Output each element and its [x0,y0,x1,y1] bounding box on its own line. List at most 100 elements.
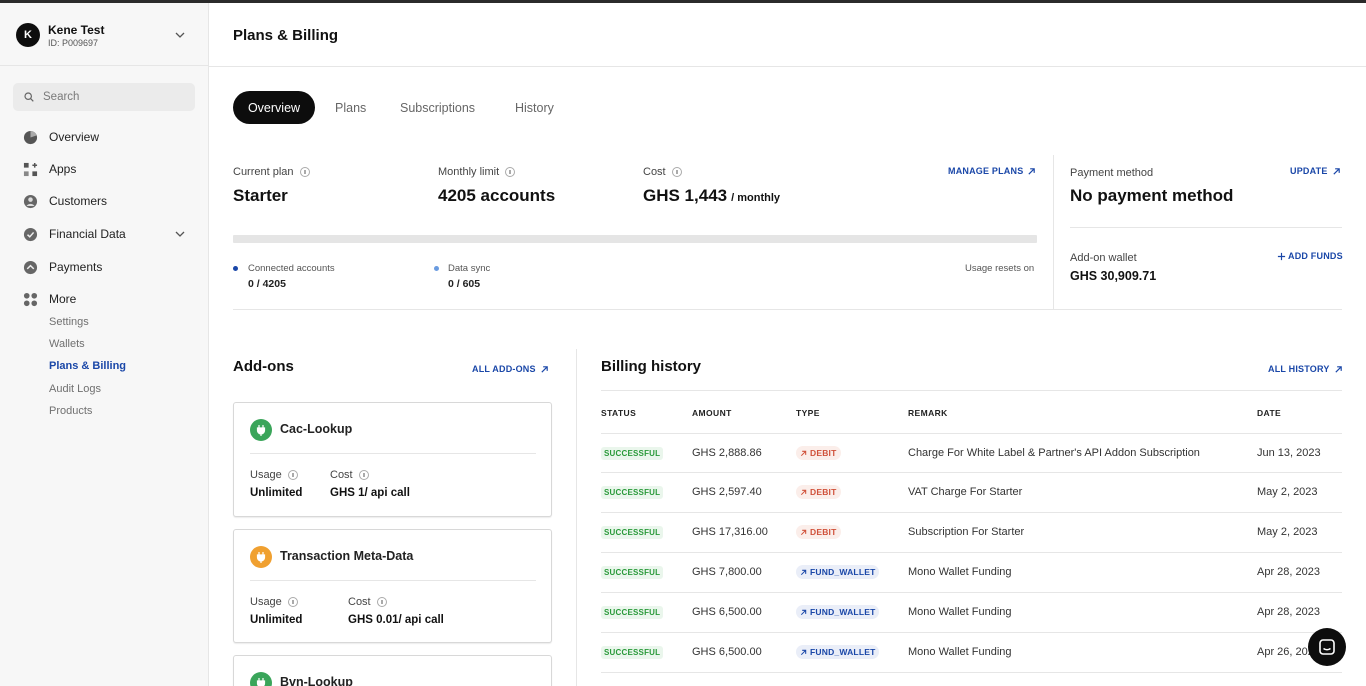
remark-cell: Mono Wallet Funding [908,646,1012,658]
amount-cell: GHS 2,888.86 [692,447,762,459]
add-funds-link[interactable]: ADD FUNDS [1277,251,1343,261]
type-label: FUND_WALLET [810,567,876,577]
addon-card-bvn-lookup[interactable]: Bvn-Lookup [233,655,552,686]
billing-header-divider [601,390,1342,391]
addon-wallet-label: Add-on wallet [1070,252,1137,264]
data-sync-value: 0 / 605 [448,278,481,290]
date-cell: May 2, 2023 [1257,486,1318,498]
addon-cost-value: GHS 1/ api call [330,487,410,499]
addon-usage-label: Usage [250,469,298,481]
remark-cell: Mono Wallet Funding [908,566,1012,578]
info-icon[interactable] [671,167,682,177]
info-icon[interactable] [287,470,298,480]
sidebar-item-customers[interactable]: Customers [22,191,192,211]
status-badge: SUCCESSFUL [601,526,664,539]
type-badge: DEBIT [796,485,841,499]
info-icon[interactable] [358,470,369,480]
monthly-limit-label: Monthly limit [438,166,516,178]
table-row[interactable]: SUCCESSFUL GHS 7,800.00 FUND_WALLET Mono Wa… [601,553,1342,593]
table-row[interactable]: SUCCESSFUL GHS 17,316.00 DEBIT Subscription… [601,513,1342,553]
table-row[interactable]: SUCCESSFUL GHS 2,888.86 DEBIT Charge For Wh… [601,433,1342,473]
sidebar-subitem-wallets[interactable]: Wallets [49,338,85,350]
addon-usage-label: Usage [250,596,298,608]
chat-support-button[interactable] [1308,628,1346,666]
sidebar-item-label: Customers [49,194,108,208]
billing-history-title: Billing history [601,358,702,375]
type-label: FUND_WALLET [810,647,876,657]
addon-name: Bvn-Lookup [280,675,353,686]
addon-card-cac-lookup[interactable]: Cac-Lookup Usage Unlimited Cost GHS 1/ a… [233,402,552,517]
type-badge: DEBIT [796,525,841,539]
tab-overview[interactable]: Overview [233,91,315,124]
sidebar-subitem-audit-logs[interactable]: Audit Logs [49,383,101,395]
addon-usage-value: Unlimited [250,487,303,499]
amount-cell: GHS 17,316.00 [692,526,768,538]
arrow-up-right-icon [800,450,807,456]
check-circle-icon [22,226,38,242]
update-link[interactable]: UPDATE [1290,166,1341,176]
column-header-status: STATUS [601,408,637,418]
arrow-up-right-icon [1334,365,1342,373]
payment-method-label: Payment method [1070,167,1154,179]
chevron-down-icon[interactable] [174,29,186,41]
connected-accounts-dot [233,266,238,271]
type-label: FUND_WALLET [810,607,876,617]
info-icon[interactable] [505,167,516,177]
manage-plans-link[interactable]: MANAGE PLANS [948,166,1036,176]
status-badge: SUCCESSFUL [601,486,664,499]
sidebar-subitem-settings[interactable]: Settings [49,316,89,328]
addon-card-transaction-meta-data[interactable]: Transaction Meta-Data Usage Unlimited Co… [233,529,552,643]
search-input[interactable] [43,89,188,105]
arrow-up-right-icon [541,365,548,373]
addon-name: Cac-Lookup [280,422,353,436]
column-header-type: TYPE [796,408,820,418]
addon-cost-label: Cost [330,469,369,481]
plug-icon [250,672,272,686]
amount-cell: GHS 6,500.00 [692,646,762,658]
date-cell: May 2, 2023 [1257,526,1318,538]
remark-cell: Mono Wallet Funding [908,606,1012,618]
sidebar-item-overview[interactable]: Overview [22,127,192,147]
current-plan-value: Starter [233,186,288,205]
search-box[interactable] [13,83,195,111]
info-icon[interactable] [287,597,298,607]
tab-plans[interactable]: Plans [322,91,379,124]
account-id: ID: P009697 [48,38,99,48]
cost-value: GHS 1,443/ monthly [643,186,780,205]
tab-history[interactable]: History [502,91,567,124]
table-row[interactable]: SUCCESSFUL GHS 6,500.00 FUND_WALLET Mono Wa… [601,593,1342,633]
account-switcher[interactable]: K Kene Test ID: P009697 [16,23,194,49]
sidebar-item-more[interactable]: More [22,289,192,309]
info-icon[interactable] [376,597,387,607]
type-badge: FUND_WALLET [796,565,880,579]
status-badge: SUCCESSFUL [601,606,664,619]
tab-subscriptions[interactable]: Subscriptions [387,91,488,124]
sidebar-item-payments[interactable]: Payments [22,257,192,277]
type-label: DEBIT [810,448,837,458]
payment-divider [1070,227,1342,228]
sidebar-subitem-plans-billing[interactable]: Plans & Billing [49,360,126,372]
all-history-link[interactable]: ALL HISTORY [1268,364,1343,374]
addon-name: Transaction Meta-Data [280,549,414,563]
sidebar-subitem-products[interactable]: Products [49,405,92,417]
date-cell: Apr 28, 2023 [1257,566,1320,578]
sidebar-item-label: Payments [49,260,103,274]
page-header: Plans & Billing [209,3,1366,67]
data-sync-dot [434,266,439,271]
info-icon[interactable] [299,167,310,177]
all-addons-link[interactable]: ALL ADD-ONS [472,364,549,374]
page-title: Plans & Billing [233,27,339,44]
sidebar-item-financial-data[interactable]: Financial Data [22,224,192,244]
type-label: DEBIT [810,487,837,497]
sidebar-item-label: Overview [49,130,100,144]
arrow-up-right-icon [800,609,807,615]
sidebar-divider [0,65,208,66]
amount-cell: GHS 2,597.40 [692,486,762,498]
sidebar-item-apps[interactable]: Apps [22,159,192,179]
usage-resets-label: Usage resets on [965,263,1035,274]
arrow-up-right-icon [1332,167,1340,175]
addon-cost-value: GHS 0.01/ api call [348,614,444,626]
table-row[interactable]: SUCCESSFUL GHS 6,500.00 FUND_WALLET Mono Wa… [601,633,1342,673]
table-row[interactable]: SUCCESSFUL GHS 2,597.40 DEBIT VAT Charge Fo… [601,473,1342,513]
chevron-down-icon[interactable] [174,228,186,240]
